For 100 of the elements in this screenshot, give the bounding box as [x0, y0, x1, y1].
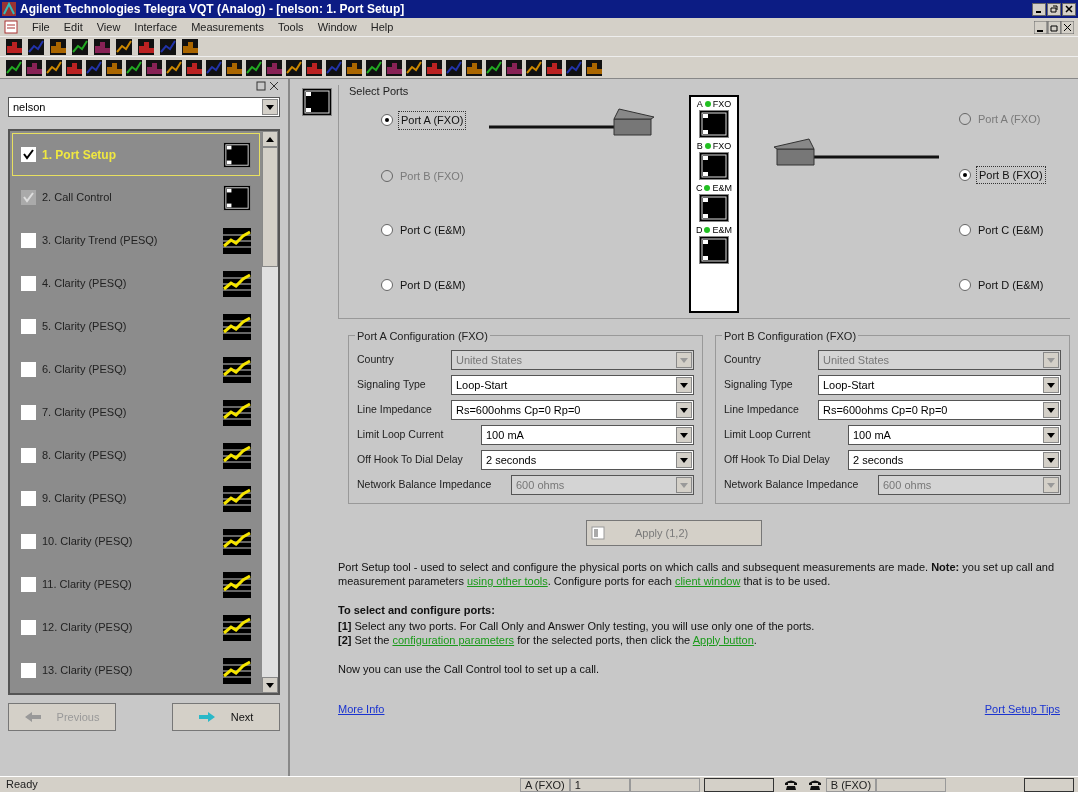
window-controls-icon[interactable] — [1034, 20, 1074, 34]
radio-label[interactable]: Port A (FXO) — [398, 111, 467, 130]
radio-label[interactable]: Port C (E&M) — [398, 222, 468, 239]
tool-list-item[interactable]: 3. Clarity Trend (PESQ) — [12, 219, 260, 262]
radio-button[interactable] — [381, 278, 393, 291]
radio-button[interactable] — [381, 114, 393, 127]
chart-tool-icon[interactable] — [366, 59, 382, 76]
chart-tool-icon[interactable] — [6, 38, 22, 55]
chart-tool-icon[interactable] — [166, 59, 182, 76]
dropdown-field[interactable]: 100 mA — [848, 425, 1061, 445]
tool-list-item[interactable]: 6. Clarity (PESQ) — [12, 348, 260, 391]
dock-close-icon[interactable] — [256, 81, 280, 91]
chart-tool-icon[interactable] — [46, 59, 62, 76]
chart-tool-icon[interactable] — [50, 38, 66, 55]
scroll-thumb[interactable] — [262, 147, 278, 267]
menu-item[interactable]: Measurements — [191, 18, 264, 36]
radio-button[interactable] — [959, 278, 971, 291]
dropdown-field[interactable]: Loop-Start — [451, 375, 694, 395]
checkbox[interactable] — [21, 276, 36, 291]
checkbox[interactable] — [21, 663, 36, 678]
chart-tool-icon[interactable] — [6, 59, 22, 76]
chart-tool-icon[interactable] — [466, 59, 482, 76]
dropdown-field[interactable]: 2 seconds — [481, 450, 694, 470]
help-link[interactable]: Port Setup Tips — [984, 701, 1060, 718]
menu-item[interactable]: File — [32, 18, 50, 36]
tool-list-item[interactable]: 13. Clarity (PESQ) — [12, 649, 260, 692]
chart-tool-icon[interactable] — [586, 59, 602, 76]
radio-button[interactable] — [381, 224, 393, 237]
checkbox[interactable] — [21, 147, 36, 162]
checkbox[interactable] — [21, 362, 36, 377]
chart-tool-icon[interactable] — [106, 59, 122, 76]
chart-tool-icon[interactable] — [72, 38, 88, 55]
chart-tool-icon[interactable] — [306, 59, 322, 76]
chart-tool-icon[interactable] — [386, 59, 402, 76]
close-icon[interactable] — [1062, 2, 1076, 16]
dropdown-field[interactable]: Rs=600ohms Cp=0 Rp=0 — [818, 400, 1061, 420]
radio-label[interactable]: Port B (FXO) — [976, 165, 1046, 184]
chart-tool-icon[interactable] — [94, 38, 110, 55]
tool-list-item[interactable]: 10. Clarity (PESQ) — [12, 520, 260, 563]
chart-tool-icon[interactable] — [326, 59, 342, 76]
tool-list-item[interactable]: 4. Clarity (PESQ) — [12, 262, 260, 305]
tool-list-item[interactable]: 7. Clarity (PESQ) — [12, 391, 260, 434]
chart-tool-icon[interactable] — [526, 59, 542, 76]
checkbox[interactable] — [21, 405, 36, 420]
chart-tool-icon[interactable] — [206, 59, 222, 76]
checkbox[interactable] — [21, 319, 36, 334]
radio-label[interactable]: Port C (E&M) — [976, 222, 1046, 239]
menu-item[interactable]: Interface — [134, 18, 178, 36]
menu-item[interactable]: Edit — [63, 18, 83, 36]
scrollbar[interactable] — [262, 131, 278, 693]
chart-tool-icon[interactable] — [146, 59, 162, 76]
chart-tool-icon[interactable] — [26, 59, 42, 76]
chart-tool-icon[interactable] — [116, 38, 132, 55]
checkbox[interactable] — [21, 233, 36, 248]
chart-tool-icon[interactable] — [186, 59, 202, 76]
session-dropdown[interactable]: nelson — [8, 97, 280, 117]
radio-label[interactable]: Port D (E&M) — [976, 276, 1046, 293]
chart-tool-icon[interactable] — [566, 59, 582, 76]
dropdown-field[interactable]: 100 mA — [481, 425, 694, 445]
help-link[interactable]: More Info — [338, 701, 385, 718]
chart-tool-icon[interactable] — [486, 59, 502, 76]
chart-tool-icon[interactable] — [138, 38, 154, 55]
checkbox[interactable] — [21, 620, 36, 635]
chart-tool-icon[interactable] — [28, 38, 44, 55]
chart-tool-icon[interactable] — [506, 59, 522, 76]
dropdown-field[interactable]: 2 seconds — [848, 450, 1061, 470]
chart-tool-icon[interactable] — [346, 59, 362, 76]
radio-button[interactable] — [959, 168, 971, 181]
checkbox[interactable] — [21, 491, 36, 506]
chart-tool-icon[interactable] — [266, 59, 282, 76]
tool-list-item[interactable]: 11. Clarity (PESQ) — [12, 563, 260, 606]
tool-list-item[interactable]: 9. Clarity (PESQ) — [12, 477, 260, 520]
tool-list-item[interactable]: 12. Clarity (PESQ) — [12, 606, 260, 649]
checkbox[interactable] — [21, 448, 36, 463]
chart-tool-icon[interactable] — [226, 59, 242, 76]
minimize-icon[interactable] — [1032, 2, 1046, 16]
dropdown-field[interactable]: Loop-Start — [818, 375, 1061, 395]
checkbox[interactable] — [21, 577, 36, 592]
radio-button[interactable] — [959, 224, 971, 237]
chart-tool-icon[interactable] — [66, 59, 82, 76]
menu-item[interactable]: View — [96, 18, 121, 36]
checkbox[interactable] — [21, 534, 36, 549]
tool-list-item[interactable]: 5. Clarity (PESQ) — [12, 305, 260, 348]
dropdown-field[interactable]: Rs=600ohms Cp=0 Rp=0 — [451, 400, 694, 420]
menu-item[interactable]: Window — [317, 18, 357, 36]
chart-tool-icon[interactable] — [182, 38, 198, 55]
chart-tool-icon[interactable] — [546, 59, 562, 76]
chart-tool-icon[interactable] — [286, 59, 302, 76]
chart-tool-icon[interactable] — [160, 38, 176, 55]
chart-tool-icon[interactable] — [426, 59, 442, 76]
chart-tool-icon[interactable] — [406, 59, 422, 76]
scroll-up-button[interactable] — [262, 131, 278, 147]
chart-tool-icon[interactable] — [446, 59, 462, 76]
restore-icon[interactable] — [1047, 2, 1061, 16]
menu-item[interactable]: Help — [370, 18, 394, 36]
chart-tool-icon[interactable] — [86, 59, 102, 76]
menu-item[interactable]: Tools — [277, 18, 304, 36]
radio-label[interactable]: Port D (E&M) — [398, 276, 468, 293]
next-button[interactable]: Next — [172, 703, 280, 731]
scroll-down-button[interactable] — [262, 677, 278, 693]
